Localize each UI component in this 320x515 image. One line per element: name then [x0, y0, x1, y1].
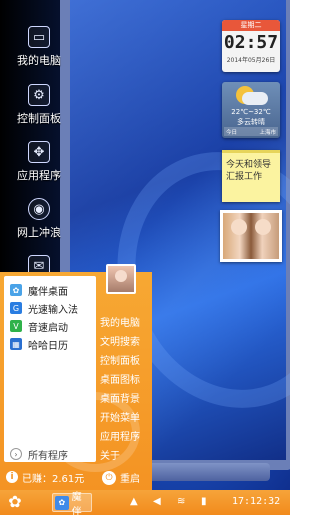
note-text: 今天和领导汇报工作: [226, 160, 272, 182]
desktop-icon-browser[interactable]: ◉ 网上冲浪: [0, 198, 78, 240]
desktop-icon-label: 应用程序: [17, 169, 61, 182]
taskbar-item-moban[interactable]: ✿ 魔伴: [52, 492, 92, 515]
menu-link-wallpaper[interactable]: 桌面背景: [100, 390, 140, 405]
all-programs-button[interactable]: › 所有程序: [10, 446, 68, 462]
taskbar-clock: 17:12:32: [232, 496, 281, 507]
menu-link-start-menu[interactable]: 开始菜单: [100, 409, 140, 424]
input-method-icon: G: [10, 302, 22, 314]
desktop-icon-label: 我的电脑: [17, 54, 61, 67]
weather-temp: 22℃~32℃: [231, 108, 271, 116]
all-programs-label: 所有程序: [28, 450, 68, 462]
start-button[interactable]: ✿: [6, 493, 24, 511]
start-menu: ✿ 魔伴桌面 G 光速输入法 V 音速启动 ▦ 哈哈日历 › 所有程序 我的电脑…: [0, 264, 152, 490]
taskbar-item-label: 魔伴: [71, 491, 82, 515]
applications-icon: ✥: [28, 141, 50, 163]
weather-city-label: 上海市: [259, 130, 276, 136]
desktop-icon-my-computer[interactable]: ▭ 我的电脑: [0, 26, 78, 68]
weather-footer: 今日 上海市: [224, 127, 278, 136]
menu-item-calendar[interactable]: ▦ 哈哈日历: [10, 336, 68, 352]
desktop-icon-control-panel[interactable]: ⚙ 控制面板: [0, 84, 78, 126]
moban-icon: ✿: [10, 284, 22, 296]
clock-date: 2014年05月26日: [226, 57, 276, 64]
menu-item-label: 光速输入法: [28, 304, 78, 316]
calendar-icon: ▦: [10, 338, 22, 350]
earnings-text: 已赚：2.61元: [22, 473, 85, 485]
battery-icon: ▮: [201, 496, 207, 507]
arrow-right-icon: ›: [10, 448, 22, 460]
menu-item-label: 哈哈日历: [28, 340, 68, 352]
moban-icon: ✿: [55, 495, 69, 510]
info-icon: i: [6, 471, 18, 483]
weather-day-label: 今日: [226, 130, 238, 136]
weather-widget[interactable]: 22℃~32℃ 多云转晴 今日 上海市: [222, 82, 280, 138]
sound-launch-icon: V: [10, 320, 22, 332]
restart-label: 重启: [120, 474, 140, 485]
photo-widget[interactable]: [220, 210, 282, 262]
menu-item-input-method[interactable]: G 光速输入法: [10, 300, 78, 316]
taskbar: ✿ ✿ 魔伴 ▲ ◀ ≋ ▮ 17:12:32: [0, 490, 290, 515]
browser-icon: ◉: [28, 198, 50, 220]
menu-link-about[interactable]: 关于: [100, 447, 120, 462]
menu-link-applications[interactable]: 应用程序: [100, 428, 140, 443]
control-panel-icon: ⚙: [28, 84, 50, 106]
menu-item-label: 音速启动: [28, 322, 68, 334]
note-widget[interactable]: 今天和领导汇报工作: [222, 150, 280, 202]
menu-link-search[interactable]: 文明搜索: [100, 333, 140, 348]
volume-icon[interactable]: ◀: [153, 496, 161, 507]
menu-link-desktop-icons[interactable]: 桌面图标: [100, 371, 140, 386]
menu-link-my-computer[interactable]: 我的电脑: [100, 314, 140, 329]
clock-widget[interactable]: 星期二 02:57 2014年05月26日: [222, 20, 280, 72]
restart-button[interactable]: ⏻ 重启: [102, 470, 140, 485]
tray-expand-icon[interactable]: ▲: [130, 496, 138, 507]
user-avatar[interactable]: [106, 264, 136, 294]
desktop-icon-label: 网上冲浪: [17, 226, 61, 239]
power-icon: ⏻: [102, 470, 116, 485]
clock-time: 02:57: [223, 32, 279, 53]
weather-condition: 多云转晴: [237, 118, 265, 126]
menu-link-control-panel[interactable]: 控制面板: [100, 352, 140, 367]
photo-image: [223, 213, 279, 259]
menu-item-sound-launch[interactable]: V 音速启动: [10, 318, 68, 334]
start-menu-list: ✿ 魔伴桌面 G 光速输入法 V 音速启动 ▦ 哈哈日历 › 所有程序: [4, 276, 96, 462]
menu-item-moban[interactable]: ✿ 魔伴桌面: [10, 282, 68, 298]
computer-icon: ▭: [28, 26, 50, 48]
menu-item-label: 魔伴桌面: [28, 286, 68, 298]
cloud-icon: [242, 92, 268, 105]
clock-day: 星期二: [222, 20, 280, 31]
earnings-display: i 已赚：2.61元: [6, 470, 84, 485]
wifi-icon[interactable]: ≋: [177, 496, 185, 507]
desktop-icon-label: 控制面板: [17, 112, 61, 125]
desktop-icon-applications[interactable]: ✥ 应用程序: [0, 141, 78, 183]
